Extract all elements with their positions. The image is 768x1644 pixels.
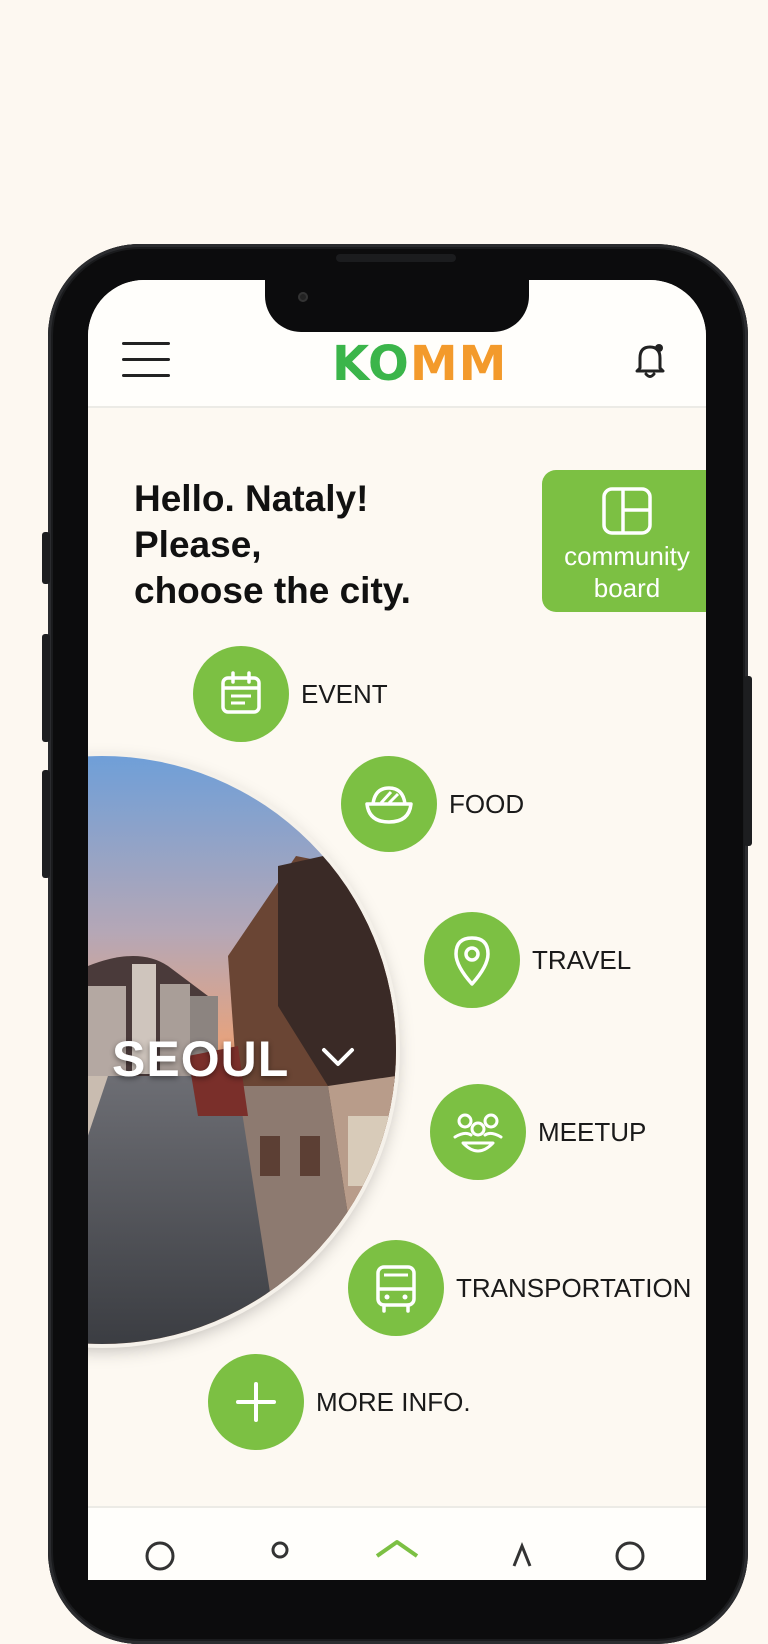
location-pin-icon	[424, 912, 520, 1008]
category-label: TRANSPORTATION	[456, 1272, 692, 1303]
app-screen: KOMM Hello. Nataly! Please, choose the c…	[88, 280, 706, 1580]
bell-icon[interactable]	[628, 338, 672, 382]
logo-text-orange: MM	[409, 336, 508, 392]
greeting-line-2: Please,	[134, 524, 262, 565]
category-label: TRAVEL	[532, 944, 632, 975]
phone-side-button-left-2	[42, 634, 50, 742]
phone-notch	[265, 272, 529, 332]
bottom-navigation	[88, 1506, 706, 1580]
phone-side-button-left-1	[42, 532, 50, 584]
nav-profile-icon[interactable]	[260, 1536, 300, 1576]
category-event[interactable]: EVENT	[193, 646, 388, 742]
community-board-label-1: community	[564, 541, 690, 571]
calendar-icon	[193, 646, 289, 742]
bus-icon	[348, 1240, 444, 1336]
hamburger-menu-icon[interactable]	[122, 340, 172, 380]
nav-home-icon[interactable]	[374, 1536, 419, 1576]
greeting-line-3: choose the city.	[134, 570, 411, 611]
layout-board-icon	[602, 487, 652, 535]
bowl-icon	[341, 756, 437, 852]
category-label: EVENT	[301, 678, 388, 709]
phone-side-button-right	[744, 676, 752, 846]
nav-settings-icon[interactable]	[610, 1536, 650, 1576]
nav-search-icon[interactable]	[140, 1536, 180, 1576]
category-meetup[interactable]: MEETUP	[430, 1084, 646, 1180]
plus-icon	[208, 1354, 304, 1450]
city-name[interactable]: SEOUL	[112, 1030, 289, 1088]
category-transportation[interactable]: TRANSPORTATION	[348, 1240, 691, 1336]
app-logo: KOMM	[332, 336, 507, 392]
greeting-text: Hello. Nataly! Please, choose the city.	[134, 476, 494, 614]
phone-speaker	[336, 254, 456, 262]
community-board-label-2: board	[593, 573, 661, 603]
chevron-down-icon[interactable]	[320, 1042, 356, 1072]
category-more-info[interactable]: MORE INFO.	[208, 1354, 471, 1450]
category-food[interactable]: FOOD	[341, 756, 524, 852]
people-group-icon	[430, 1084, 526, 1180]
logo-text-green: KO	[332, 336, 410, 392]
category-travel[interactable]: TRAVEL	[424, 912, 631, 1008]
nav-map-icon[interactable]	[500, 1536, 540, 1576]
greeting-line-1: Hello. Nataly!	[134, 478, 369, 519]
community-board-button[interactable]: community board	[542, 470, 706, 612]
category-label: FOOD	[449, 788, 525, 819]
phone-camera	[298, 292, 308, 302]
phone-side-button-left-3	[42, 770, 50, 878]
category-label: MEETUP	[538, 1116, 647, 1147]
category-label: MORE INFO.	[316, 1386, 471, 1417]
